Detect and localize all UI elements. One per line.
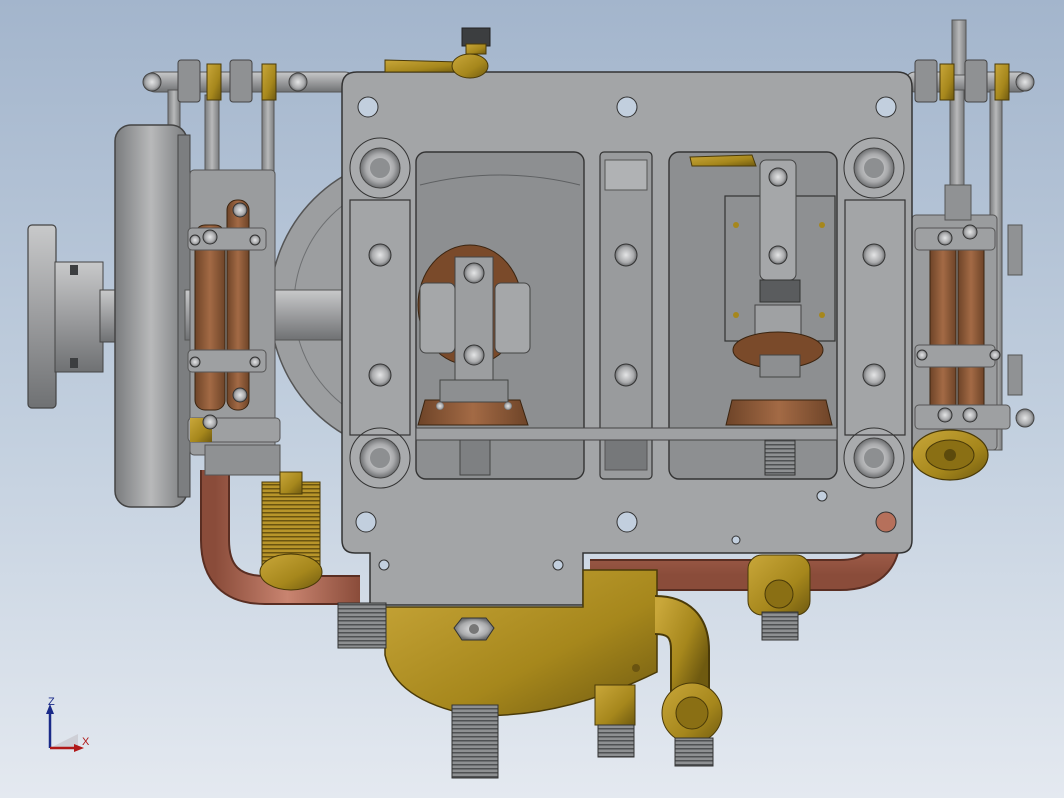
elbow-fitting-right[interactable] [653, 595, 723, 767]
threaded-port-bottom[interactable] [451, 704, 499, 779]
brass-bellows-left[interactable] [259, 471, 323, 591]
threaded-port-left[interactable] [337, 602, 387, 649]
brass-valve-handle-top[interactable] [384, 27, 491, 79]
brass-gear-right[interactable] [911, 429, 989, 481]
axis-triad: Z X [40, 696, 110, 756]
right-eccentric-strap[interactable] [911, 184, 1011, 451]
brass-valve-handle-window[interactable] [689, 154, 757, 167]
flywheel[interactable] [114, 124, 191, 508]
union-fitting-bottom[interactable] [594, 684, 636, 758]
cross-beam [415, 427, 838, 441]
cad-viewport[interactable]: Z X [0, 0, 1064, 798]
output-flange[interactable] [27, 224, 126, 409]
engine-assembly-model[interactable] [0, 0, 1064, 798]
brass-tee-right[interactable] [747, 554, 811, 641]
axis-z-label: Z [48, 696, 55, 708]
axis-x-label: X [82, 736, 90, 748]
left-eccentric-strap[interactable] [187, 169, 281, 476]
